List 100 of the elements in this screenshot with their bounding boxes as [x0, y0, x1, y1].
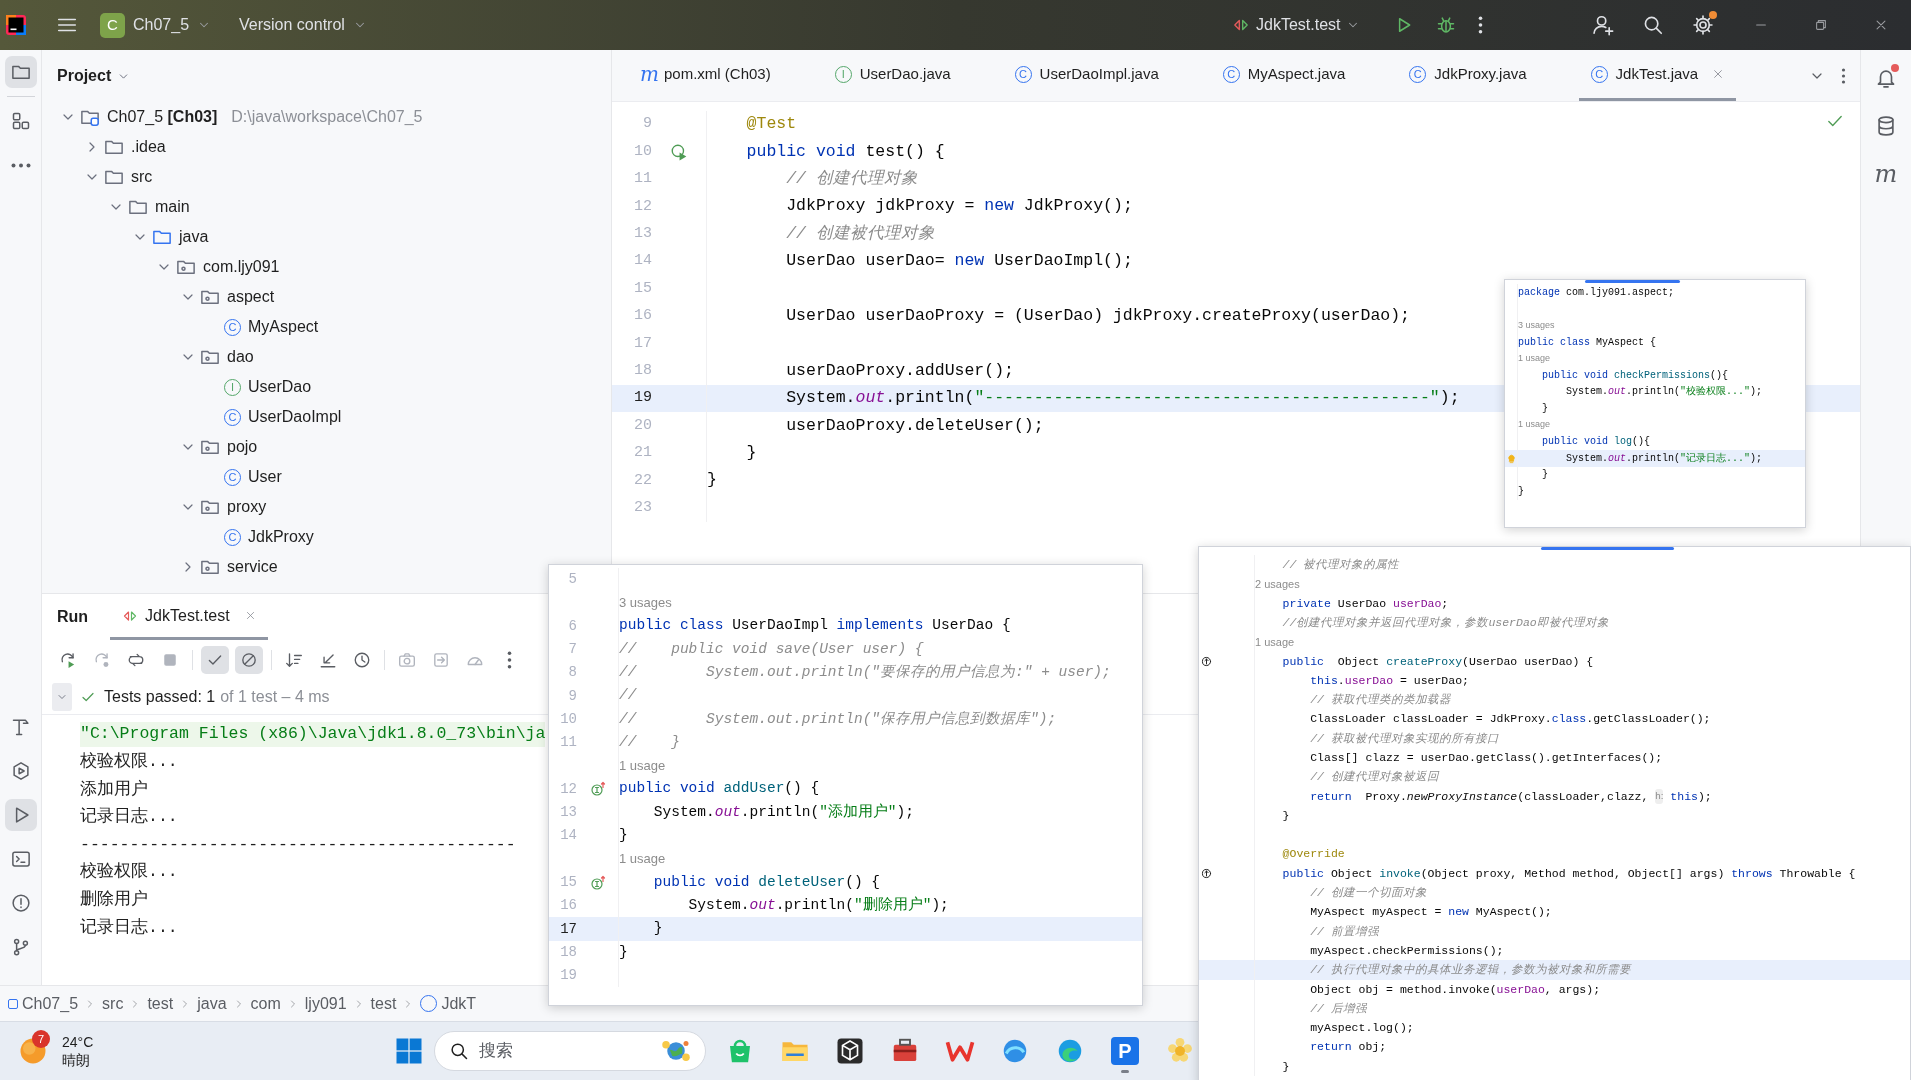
code-line: System.out.println("删除用户");	[687, 895, 949, 915]
breadcrumb-item[interactable]: test	[147, 991, 174, 1016]
console-output: 校验权限...	[80, 751, 178, 773]
breadcrumb-item[interactable]: java	[197, 991, 227, 1016]
tree-item[interactable]: src	[42, 162, 157, 192]
rerun-failed-icon	[93, 651, 111, 669]
code-line: // 获取代理类的类加载器	[1309, 692, 1451, 709]
tree-item[interactable]: .idea	[42, 132, 170, 162]
tree-item[interactable]: aspect	[42, 282, 279, 312]
tree-item[interactable]: C JdkProxy	[42, 522, 318, 552]
ban-button[interactable]	[235, 646, 263, 674]
code-line: public void checkPermissions(){	[1541, 368, 1729, 383]
bell-icon	[1875, 67, 1897, 89]
check-button[interactable]	[201, 646, 229, 674]
override-icon[interactable]	[1200, 866, 1213, 880]
tree-item[interactable]: proxy	[42, 492, 271, 522]
tree-item[interactable]: C User	[42, 462, 286, 492]
run-config-selector[interactable]: JdkTest.test	[1230, 13, 1363, 37]
implements-icon[interactable]	[589, 874, 606, 891]
project-view-selector[interactable]: Project	[57, 64, 131, 88]
implements-icon[interactable]	[589, 781, 606, 798]
editor-tab[interactable]: C MyAspect.java	[1210, 50, 1358, 101]
weather-condition: 晴朗	[62, 1051, 91, 1069]
breadcrumb-item[interactable]: src	[102, 991, 124, 1016]
search-input[interactable]: 搜索	[479, 1038, 643, 1064]
tree-item[interactable]: pojo	[42, 432, 262, 462]
close-icon[interactable]	[1712, 68, 1725, 80]
structure-icon	[10, 111, 31, 131]
code-line: }	[1541, 468, 1548, 483]
tree-item[interactable]: service	[42, 552, 282, 582]
breadcrumb-item[interactable]: ljy091	[304, 991, 347, 1016]
restore-icon	[1814, 18, 1828, 32]
project-switcher[interactable]: C Ch07_5	[98, 12, 214, 38]
search-bar[interactable]: 搜索	[434, 1031, 706, 1071]
code-line: Class[] clazz = userDao.getClass().getInterfaces();	[1309, 750, 1663, 766]
line-number: 16	[560, 896, 577, 916]
tree-item[interactable]: I UserDao	[42, 372, 316, 402]
tree-item[interactable]: java	[42, 222, 213, 252]
code-line: ClassLoader classLoader = JdkProxy.class.getClassLoader();	[1309, 711, 1711, 728]
code-line: UserDao userDao= new UserDaoImpl();	[785, 250, 1133, 273]
breadcrumb-item[interactable]: Ch07_5	[8, 991, 79, 1016]
editor-tab[interactable]: C JdkProxy.java	[1397, 50, 1539, 101]
line-number: 13	[634, 224, 652, 244]
camera-icon	[398, 651, 416, 669]
tree-item[interactable]: com.ljy091	[42, 252, 284, 282]
more-icon	[1478, 16, 1484, 34]
run-tab[interactable]: JdkTest.test	[110, 594, 268, 640]
code-line: @Override	[1281, 846, 1345, 863]
code-line: public void addUser() {	[619, 779, 820, 799]
maven-tool-button[interactable]: m	[1870, 158, 1902, 190]
code-line: JdkProxy jdkProxy = new JdkProxy();	[785, 195, 1133, 218]
code-line: myAspect.log();	[1309, 1020, 1414, 1037]
code-line: // 创建代理对象	[785, 168, 918, 191]
line-number: 17	[634, 333, 652, 354]
code-line: return obj;	[1309, 1039, 1387, 1056]
line-number: 14	[560, 826, 577, 846]
editor-tab[interactable]: I UserDao.java	[822, 50, 963, 101]
run-tool-button[interactable]	[4, 799, 37, 831]
module-icon	[8, 998, 18, 1009]
line-number: 9	[568, 686, 577, 706]
run-gutter-icon[interactable]	[670, 143, 688, 162]
code-line: public void test() {	[745, 140, 945, 163]
override-icon[interactable]	[1200, 654, 1213, 668]
tree-item[interactable]: C UserDaoImpl	[42, 402, 346, 432]
notification-badge: 7	[32, 1030, 50, 1048]
editor-tab[interactable]: C UserDaoImpl.java	[1002, 50, 1171, 101]
breadcrumb-item[interactable]: test	[370, 991, 397, 1016]
code-line: }	[1281, 1058, 1290, 1075]
line-number: 19	[634, 388, 652, 409]
code-line: userDaoProxy.deleteUser();	[785, 414, 1044, 437]
tree-item[interactable]: dao	[42, 342, 258, 372]
console-output: 校验权限...	[80, 861, 178, 884]
code-line: // 获取被代理对象实现的所有接口	[1309, 730, 1499, 747]
hammer-icon	[10, 717, 31, 737]
code-line: return Proxy.newProxyInstance(classLoader,clazz, h: this);	[1309, 787, 1712, 806]
breadcrumb-item[interactable]: com	[250, 991, 281, 1016]
code-line: myAspect.checkPermissions();	[1309, 942, 1504, 959]
close-icon[interactable]	[244, 610, 256, 621]
editor-tab[interactable]: C JdkTest.java	[1578, 50, 1737, 101]
version-control-menu[interactable]: Version control	[239, 13, 367, 37]
tree-item[interactable]: Ch07_5 [Ch03] D:\java\workspace\Ch07_5	[42, 102, 427, 132]
more-icon	[506, 651, 512, 669]
line-number: 12	[634, 196, 652, 217]
app-icon: P	[1111, 1037, 1139, 1065]
code-line: UserDao userDaoProxy = (UserDao) jdkProxy.createProxy(userDao);	[785, 305, 1410, 328]
line-number: 18	[560, 942, 577, 962]
start-icon	[394, 1036, 424, 1066]
breadcrumb-item[interactable]: JdkT	[420, 991, 477, 1016]
taskbar-app[interactable]: P	[1109, 1028, 1141, 1074]
line-number: 15	[560, 873, 577, 892]
add-user-icon	[1592, 14, 1614, 36]
tree-item[interactable]: C MyAspect	[42, 312, 323, 342]
editor-tab[interactable]: m pom.xml (Ch03)	[628, 50, 783, 101]
test-status: Tests passed: 1	[104, 687, 216, 707]
code-line: //	[619, 686, 637, 706]
line-number: 11	[634, 169, 652, 190]
tree-item[interactable]: main	[42, 192, 194, 222]
console-output: 添加用户	[80, 778, 148, 801]
folder-tool-button[interactable]	[4, 56, 37, 88]
code-line: // System.out.println("要保存的用户信息为:" + user);	[619, 662, 1111, 682]
